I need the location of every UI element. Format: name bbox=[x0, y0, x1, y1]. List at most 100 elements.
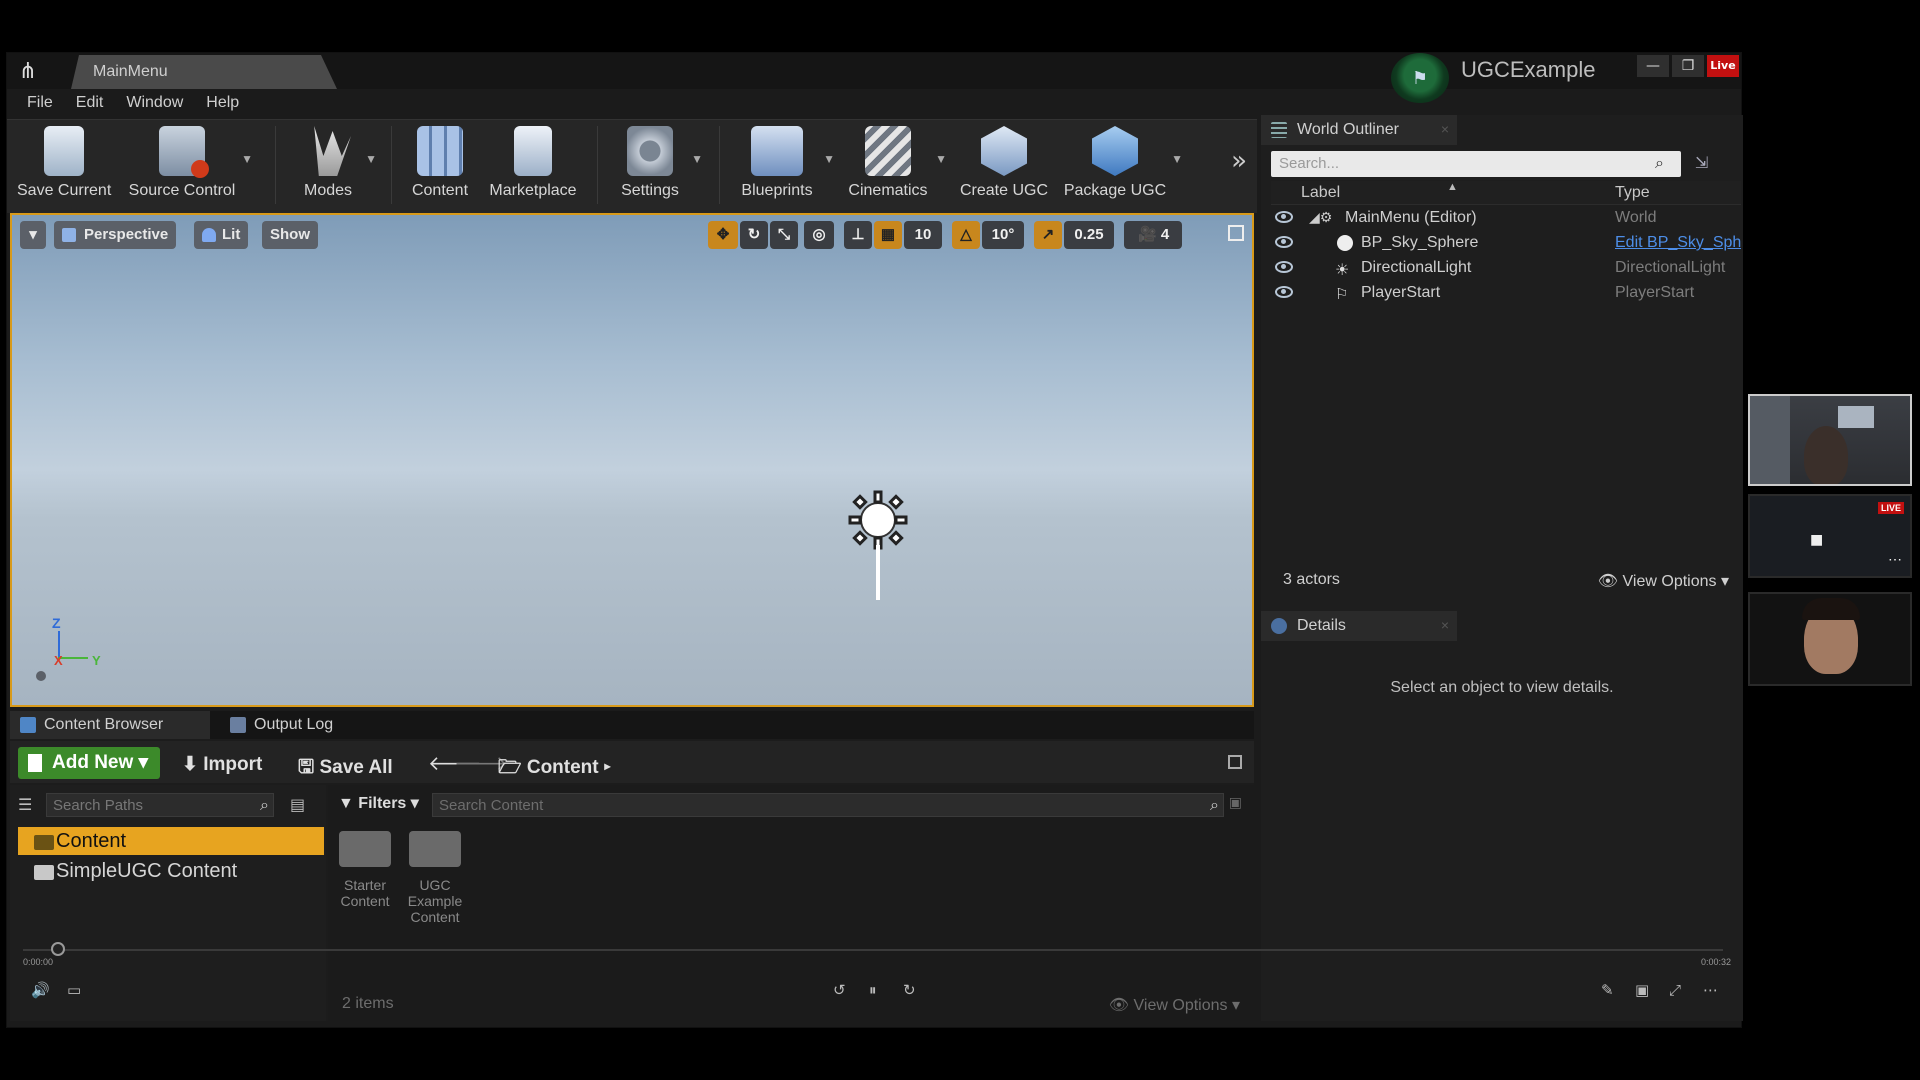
type-column-header[interactable]: Type bbox=[1615, 184, 1650, 202]
save-current-button[interactable]: Save Current bbox=[17, 124, 111, 208]
add-new-button[interactable]: Add New ▾ bbox=[18, 747, 160, 779]
outliner-row-directional-light[interactable]: ☀ DirectionalLight DirectionalLight bbox=[1271, 257, 1741, 281]
output-log-tab[interactable]: Output Log bbox=[220, 711, 406, 739]
scrubber-handle[interactable] bbox=[51, 942, 65, 956]
import-button[interactable]: ⬇ Import bbox=[182, 753, 262, 776]
rewind-icon[interactable]: ↺ bbox=[833, 981, 846, 999]
breadcrumb-chevron-icon[interactable]: ▸ bbox=[604, 757, 611, 778]
menu-help[interactable]: Help bbox=[196, 89, 252, 119]
world-local-icon[interactable]: ◎ bbox=[804, 221, 834, 249]
blueprints-caret-icon[interactable]: ▼ bbox=[823, 152, 835, 166]
visibility-eye-icon[interactable] bbox=[1275, 211, 1293, 223]
settings-caret-icon[interactable]: ▼ bbox=[691, 152, 703, 166]
visibility-eye-icon[interactable] bbox=[1275, 261, 1293, 273]
path-view-options-icon[interactable]: ▤ bbox=[290, 795, 305, 814]
world-outliner-tab[interactable]: World Outliner × bbox=[1261, 115, 1457, 145]
source-control-button[interactable]: Source Control ▼ bbox=[127, 124, 253, 208]
visibility-eye-icon[interactable] bbox=[1275, 236, 1293, 248]
translate-tool-icon[interactable]: ✥ bbox=[708, 221, 738, 249]
edit-icon[interactable]: ✎ bbox=[1601, 981, 1614, 999]
outliner-row-world[interactable]: ◢⚙ MainMenu (Editor) World bbox=[1271, 207, 1741, 231]
video-scrubber[interactable] bbox=[23, 949, 1723, 951]
edit-blueprint-link[interactable]: Edit BP_Sky_Sphere bbox=[1615, 234, 1741, 252]
show-button[interactable]: Show bbox=[262, 221, 318, 249]
perspective-button[interactable]: Perspective bbox=[54, 221, 177, 249]
lock-icon[interactable] bbox=[1228, 755, 1242, 769]
surface-snap-icon[interactable]: ⊥ bbox=[844, 221, 872, 249]
asset-folder-ugc-example-content[interactable]: UGC Example Content bbox=[402, 831, 468, 925]
close-button[interactable]: Live bbox=[1707, 55, 1739, 77]
modes-button[interactable]: Modes ▼ bbox=[295, 124, 377, 208]
save-current-label: Save Current bbox=[17, 182, 112, 199]
package-ugc-caret-icon[interactable]: ▼ bbox=[1171, 152, 1183, 166]
save-all-button[interactable]: 🖫 Save All bbox=[298, 753, 393, 785]
viewport-options-button[interactable]: ▾ bbox=[20, 221, 46, 249]
outliner-view-options[interactable]: 👁 View Options ▾ bbox=[1598, 571, 1729, 591]
rotate-tool-icon[interactable]: ↻ bbox=[740, 221, 768, 249]
blueprints-button[interactable]: Blueprints ▼ bbox=[735, 124, 835, 208]
webcam-preview-room[interactable] bbox=[1748, 394, 1912, 486]
more-options-icon[interactable]: ⋯ bbox=[1888, 551, 1902, 568]
menu-file[interactable]: File bbox=[17, 89, 66, 119]
minimize-button[interactable]: — bbox=[1637, 55, 1669, 77]
pause-icon[interactable]: ⏸ bbox=[869, 981, 877, 999]
volume-icon[interactable]: 🔊 bbox=[31, 981, 50, 999]
pip-icon[interactable]: ▣ bbox=[1635, 981, 1649, 999]
toggle-sources-icon[interactable]: ☰ bbox=[18, 795, 32, 814]
outliner-list-icon bbox=[1271, 122, 1287, 138]
directional-light-icon[interactable] bbox=[848, 490, 908, 550]
grid-snap-icon[interactable]: ▦ bbox=[874, 221, 902, 249]
source-control-caret-icon[interactable]: ▼ bbox=[241, 152, 253, 166]
save-search-icon[interactable]: ▣ bbox=[1229, 795, 1242, 811]
scale-snap-icon[interactable]: ↗ bbox=[1034, 221, 1062, 249]
scale-tool-icon[interactable]: ⤡ bbox=[770, 221, 798, 249]
search-paths-input[interactable]: Search Paths ⌕ bbox=[46, 793, 274, 817]
outliner-row-player-start[interactable]: ⚐ PlayerStart PlayerStart bbox=[1271, 282, 1741, 306]
outliner-row-sky-sphere[interactable]: BP_Sky_Sphere Edit BP_Sky_Sphere bbox=[1271, 232, 1741, 256]
cinematics-caret-icon[interactable]: ▼ bbox=[935, 152, 947, 166]
grid-snap-value[interactable]: 10 bbox=[904, 221, 942, 249]
tree-item-simpleugc-content[interactable]: SimpleUGC Content bbox=[18, 857, 324, 885]
add-folder-icon[interactable]: ⇲ bbox=[1695, 153, 1717, 175]
toolbar-separator bbox=[391, 126, 392, 204]
scale-snap-value[interactable]: 0.25 bbox=[1064, 221, 1114, 249]
label-column-header[interactable]: Label bbox=[1301, 184, 1340, 202]
level-viewport[interactable]: ▾ Perspective Lit Show ✥ ↻ ⤡ ◎ ⊥ ▦ 10 △ … bbox=[10, 213, 1254, 707]
rotation-snap-icon[interactable]: △ bbox=[952, 221, 980, 249]
package-ugc-label: Package UGC bbox=[1063, 182, 1167, 199]
menu-window[interactable]: Window bbox=[116, 89, 196, 119]
marketplace-button[interactable]: Marketplace bbox=[485, 124, 581, 208]
content-button[interactable]: Content bbox=[407, 124, 473, 208]
details-tab[interactable]: Details × bbox=[1261, 611, 1457, 641]
tree-item-content[interactable]: Content bbox=[18, 827, 324, 855]
maximize-viewport-icon[interactable] bbox=[1228, 225, 1244, 241]
webcam-preview-streamer[interactable] bbox=[1748, 592, 1912, 686]
stream-preview[interactable]: LIVE ■ ⋯ bbox=[1748, 494, 1912, 578]
filters-button[interactable]: ▼ Filters ▾ bbox=[338, 793, 419, 813]
captions-icon[interactable]: ▭ bbox=[67, 981, 81, 999]
create-ugc-button[interactable]: Create UGC bbox=[959, 124, 1049, 208]
more-icon[interactable]: ⋯ bbox=[1703, 981, 1718, 999]
search-content-input[interactable]: Search Content ⌕ bbox=[432, 793, 1224, 817]
visibility-eye-icon[interactable] bbox=[1275, 286, 1293, 298]
path-breadcrumb[interactable]: 🗁 Content ▸ bbox=[498, 753, 611, 785]
close-tab-icon[interactable]: × bbox=[1441, 121, 1449, 137]
forward-icon[interactable]: ↻ bbox=[903, 981, 916, 999]
fullscreen-icon[interactable]: ⤢ bbox=[1669, 981, 1681, 999]
modes-caret-icon[interactable]: ▼ bbox=[365, 152, 377, 166]
menu-edit[interactable]: Edit bbox=[66, 89, 117, 119]
asset-folder-starter-content[interactable]: Starter Content bbox=[332, 831, 398, 909]
lit-button[interactable]: Lit bbox=[194, 221, 249, 249]
asset-view-options[interactable]: 👁 View Options ▾ bbox=[1109, 995, 1240, 1015]
settings-button[interactable]: Settings ▼ bbox=[613, 124, 703, 208]
cinematics-button[interactable]: Cinematics ▼ bbox=[845, 124, 947, 208]
package-ugc-button[interactable]: Package UGC ▼ bbox=[1063, 124, 1183, 208]
outliner-search-input[interactable]: Search... ⌕ bbox=[1271, 151, 1681, 177]
maximize-button[interactable]: ❐ bbox=[1672, 55, 1704, 77]
camera-speed-button[interactable]: 🎥 4 bbox=[1124, 221, 1182, 249]
toolbar-overflow-icon[interactable]: » bbox=[1231, 146, 1247, 176]
close-tab-icon[interactable]: × bbox=[1441, 617, 1449, 633]
content-browser-tab[interactable]: Content Browser bbox=[10, 711, 210, 739]
level-tab[interactable]: MainMenu bbox=[71, 55, 337, 89]
rotation-snap-value[interactable]: 10° bbox=[982, 221, 1024, 249]
